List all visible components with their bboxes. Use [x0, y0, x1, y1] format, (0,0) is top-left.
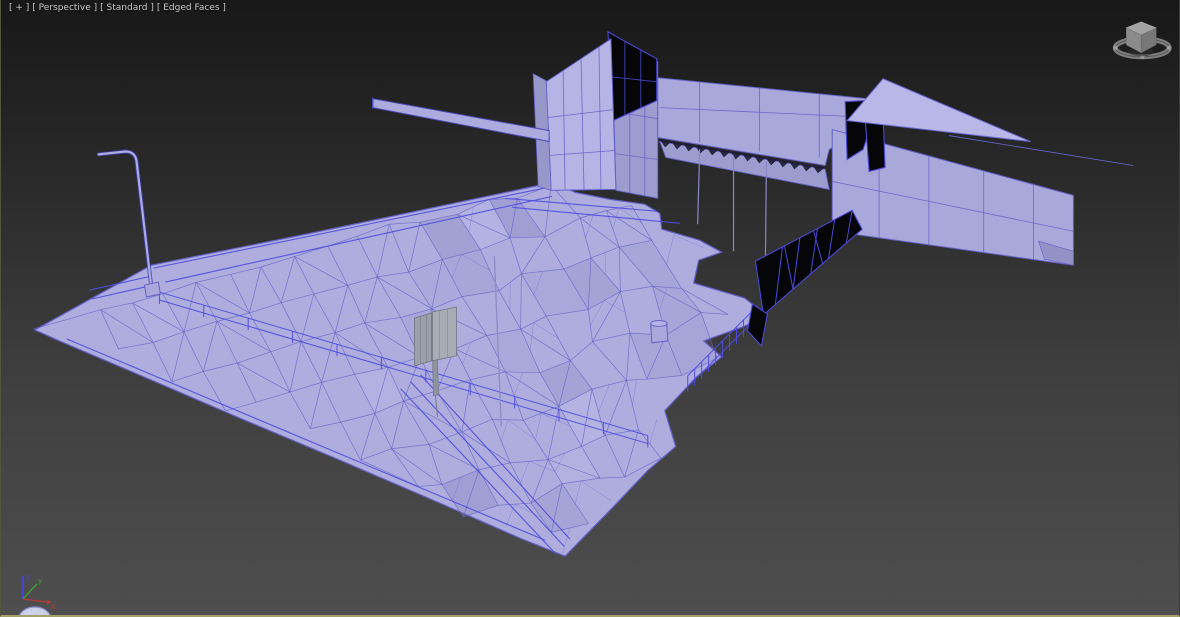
viewport-menu-style[interactable]: [ Edged Faces ]: [157, 3, 226, 14]
viewport-menu-pov[interactable]: [ Perspective ]: [32, 3, 97, 14]
x-axis-label: x: [51, 602, 56, 611]
ground-dome: [19, 606, 51, 615]
y-axis: [22, 583, 38, 600]
axis-gizmo: z y x: [21, 573, 56, 611]
y-axis-label: y: [38, 576, 43, 585]
viewport-menu-general[interactable]: [ + ]: [9, 3, 29, 14]
tower-structure: [532, 30, 659, 199]
viewport-menu-shading[interactable]: [ Standard ]: [100, 3, 154, 14]
ring-tick-west[interactable]: [1113, 45, 1118, 51]
street-lamp: [97, 149, 161, 298]
viewport-label: [ + ] [ Perspective ] [ Standard ] [ Edg…: [9, 3, 226, 14]
3d-viewport[interactable]: [ + ] [ Perspective ] [ Standard ] [ Edg…: [0, 0, 1180, 617]
view-cube[interactable]: [1112, 21, 1172, 60]
ring-tick-east[interactable]: [1166, 45, 1172, 51]
z-axis-label: z: [26, 573, 30, 582]
bollard-cylinder: [650, 319, 669, 344]
viewport-canvas[interactable]: z y x: [1, 0, 1179, 615]
left-bridge-beam: [371, 97, 550, 143]
ramp-structure: [746, 209, 863, 348]
x-axis: [22, 598, 47, 603]
